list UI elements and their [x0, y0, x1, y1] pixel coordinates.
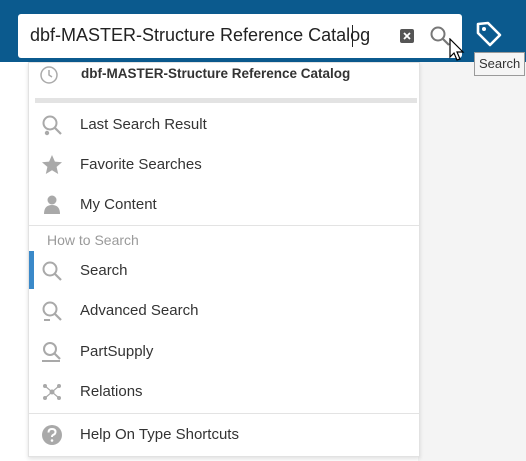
clock-icon — [40, 66, 58, 84]
search-item[interactable]: Search — [29, 253, 419, 289]
search-tooltip: Search — [474, 52, 526, 76]
section-header: How to Search — [47, 232, 139, 248]
relations-icon — [43, 384, 61, 400]
item-label: PartSupply — [80, 343, 154, 360]
partsupply-search-icon — [42, 342, 61, 362]
last-search-result-item[interactable]: Last Search Result — [29, 107, 419, 143]
clear-button[interactable] — [400, 29, 414, 43]
recent-search-label: dbf-MASTER-Structure Reference Catalog — [81, 66, 351, 81]
search-box[interactable] — [18, 14, 462, 58]
item-label: My Content — [80, 196, 157, 213]
my-content-item[interactable]: My Content — [29, 187, 419, 223]
item-label: Favorite Searches — [80, 156, 202, 173]
search-icon — [42, 261, 62, 281]
mouse-pointer-icon — [449, 38, 465, 61]
search-input[interactable] — [30, 22, 390, 48]
item-label: Last Search Result — [80, 116, 207, 133]
item-label: Relations — [80, 383, 143, 400]
item-label: Advanced Search — [80, 302, 199, 319]
item-label: Search — [80, 262, 128, 279]
advanced-search-icon — [42, 301, 62, 321]
background-panel — [418, 62, 526, 461]
divider — [29, 413, 419, 414]
recent-search-item[interactable]: dbf-MASTER-Structure Reference Catalog — [29, 63, 419, 97]
text-caret — [352, 25, 353, 47]
search-dropdown: dbf-MASTER-Structure Reference Catalog L… — [28, 62, 420, 457]
star-icon — [42, 155, 62, 174]
relations-item[interactable]: Relations — [29, 374, 419, 410]
divider — [29, 225, 419, 226]
tag-button[interactable] — [474, 19, 504, 49]
favorite-searches-item[interactable]: Favorite Searches — [29, 147, 419, 183]
item-label: Help On Type Shortcuts — [80, 426, 239, 443]
divider — [35, 98, 417, 103]
clear-icon — [403, 32, 411, 40]
partsupply-item[interactable]: PartSupply — [29, 334, 419, 370]
help-icon — [42, 425, 62, 445]
advanced-search-item[interactable]: Advanced Search — [29, 293, 419, 329]
person-icon — [44, 195, 60, 214]
search-history-icon — [42, 115, 62, 136]
help-item[interactable]: Help On Type Shortcuts — [29, 417, 419, 453]
tag-icon — [476, 21, 502, 47]
